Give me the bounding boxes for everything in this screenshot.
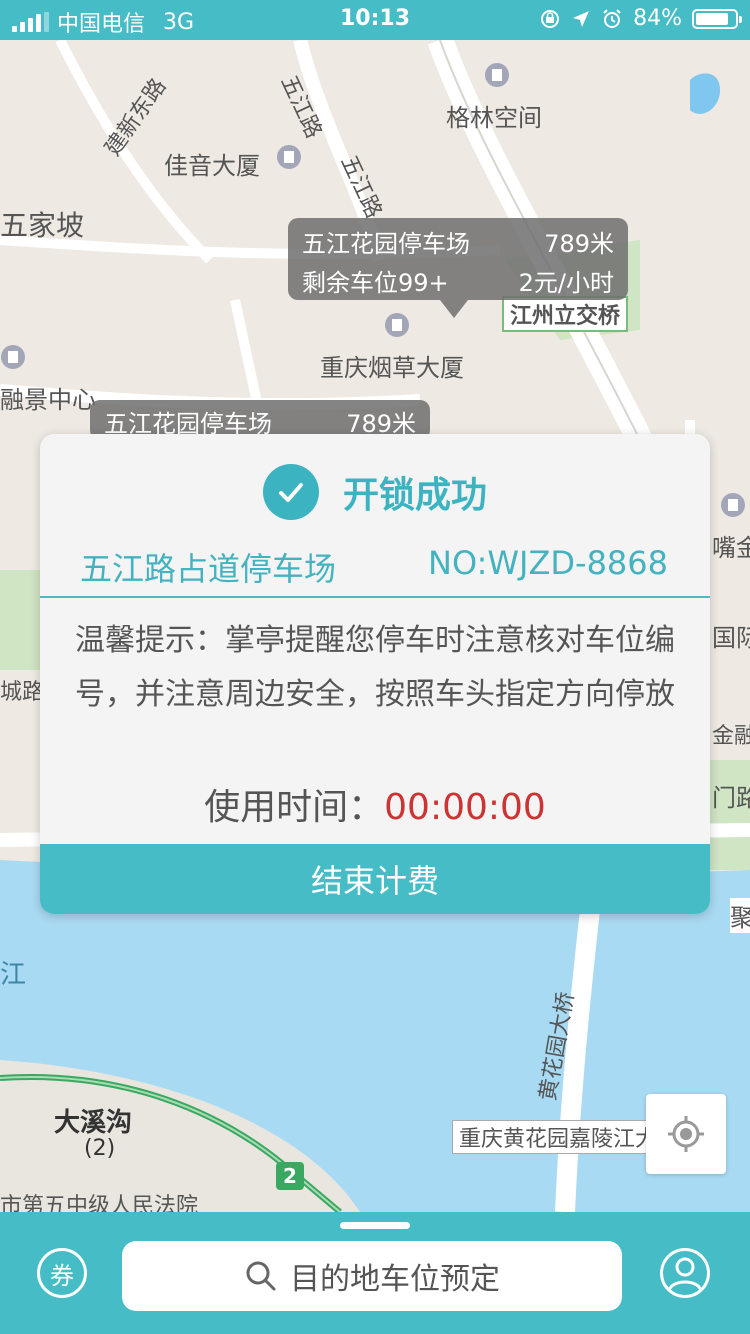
popup-price: 2元/小时 (518, 269, 614, 297)
status-bar: 中国电信 3G 10:13 84% (0, 0, 750, 40)
search-placeholder: 目的地车位预定 (290, 1262, 500, 1297)
drawer-handle[interactable] (340, 1222, 410, 1229)
crosshair-icon (668, 1116, 704, 1152)
dialog-title: 开锁成功 (342, 475, 487, 516)
battery-fill (696, 12, 728, 25)
building-icon (721, 493, 745, 517)
map-label: 国际 (712, 624, 750, 652)
battery-percent: 84% (633, 6, 682, 31)
bottom-bar: 券 目的地车位预定 (0, 1212, 750, 1334)
map-label: 大溪沟 (54, 1108, 133, 1138)
building-icon (485, 63, 509, 87)
map-label: 江州立交桥 (502, 296, 629, 332)
warm-tip-text: 温馨提示：掌亭提醒您停车时注意核对车位编号，并注意周边安全，按照车头指定方向停放 (75, 623, 675, 712)
map-label: 重庆烟草大厦 (320, 354, 464, 382)
coupon-label: 券 (50, 1261, 74, 1290)
battery-icon (692, 8, 742, 29)
map-label: 嘴金 (712, 534, 750, 562)
map-label: (2) (84, 1136, 116, 1161)
search-icon (246, 1261, 276, 1291)
map-label: 聚 (730, 898, 750, 933)
lot-number: NO:WJZD-8868 (428, 544, 668, 582)
map-label: 融景中心 (0, 386, 96, 414)
map-label: 格林空间 (446, 104, 542, 132)
usage-time-row: 使用时间：00:00:00 (40, 778, 710, 830)
unlock-success-dialog: 开锁成功 五江路占道停车场 NO:WJZD-8868 温馨提示：掌亭提醒您停车时… (40, 434, 710, 914)
building-icon (1, 345, 25, 369)
end-billing-button[interactable]: 结束计费 (40, 844, 710, 914)
user-icon (667, 1257, 703, 1292)
rotation-lock-icon (541, 9, 560, 28)
location-arrow-icon (573, 10, 590, 27)
usage-timer: 00:00:00 (384, 787, 546, 828)
status-right: 84% (539, 6, 742, 31)
parking-popup[interactable]: 五江花园停车场 789米 剩余车位99+ 2元/小时 (288, 218, 628, 300)
lot-name: 五江路占道停车场 (80, 550, 337, 588)
coupon-button[interactable]: 券 (37, 1248, 87, 1298)
divider (40, 596, 710, 598)
map-label: 五家坡 (0, 209, 85, 242)
map-label: 金融 (712, 724, 750, 749)
alarm-icon (603, 8, 621, 28)
popup-lot-name: 五江花园停车场 (302, 230, 470, 258)
locate-button[interactable] (646, 1094, 726, 1174)
building-icon (385, 313, 409, 337)
map-label: 城路 (0, 680, 45, 705)
destination-search[interactable]: 目的地车位预定 (122, 1241, 622, 1311)
map-label: 江 (0, 960, 27, 990)
popup-spaces: 剩余车位99+ (302, 269, 449, 297)
building-icon (277, 145, 301, 169)
popup-distance: 789米 (544, 230, 614, 258)
checkmark-icon (262, 464, 319, 520)
popup-pointer (440, 300, 468, 318)
map-label: 重庆黄花园嘉陵江大 (452, 1120, 665, 1154)
map-label: 佳音大厦 (164, 152, 260, 180)
route-badge: 2 (276, 1162, 304, 1190)
map-label: 门路 (712, 784, 750, 812)
dialog-header: 开锁成功 (40, 464, 710, 520)
profile-button[interactable] (660, 1248, 710, 1298)
map-label: 市第五中级人民法院 (0, 1194, 199, 1212)
usage-time-label: 使用时间： (204, 787, 385, 828)
